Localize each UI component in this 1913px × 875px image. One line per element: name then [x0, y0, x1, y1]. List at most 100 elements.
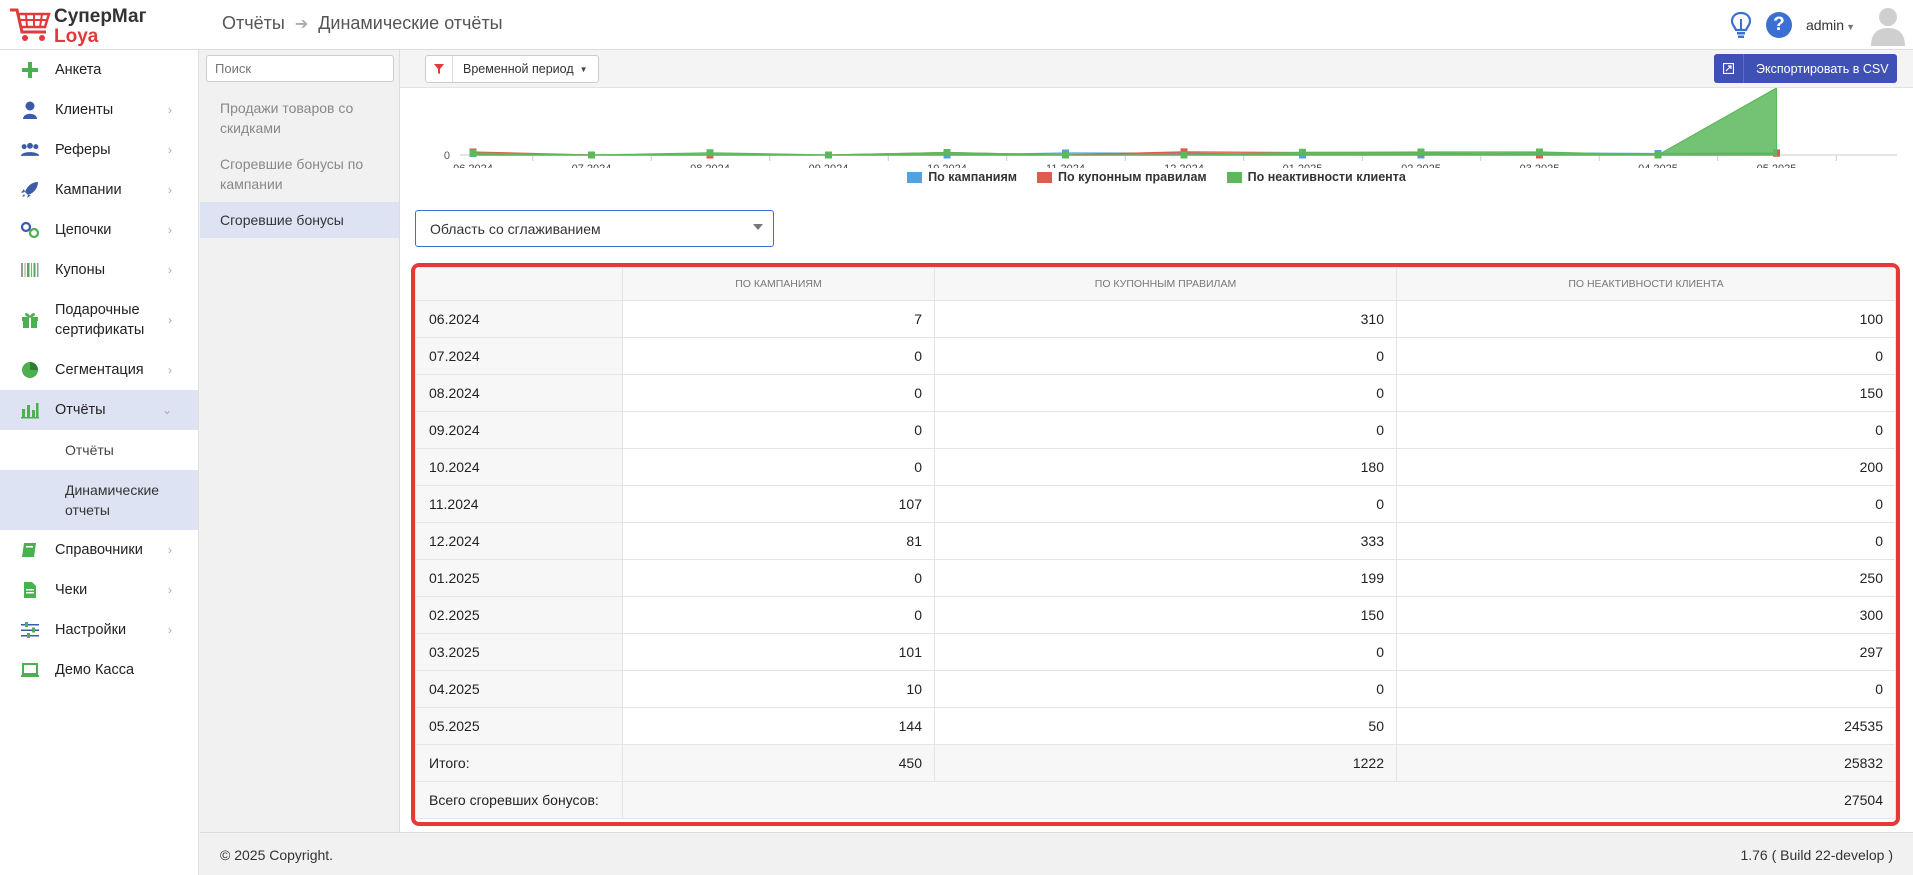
arrow-right-icon: ➔	[294, 15, 309, 33]
header-actions: ? admin ▼	[1730, 0, 1913, 50]
breadcrumb-parent[interactable]: Отчёты	[222, 13, 285, 34]
report-search-input[interactable]	[206, 55, 394, 82]
sidebar-item-campaigns[interactable]: Кампании ›	[0, 170, 198, 210]
top-header: СуперМаг Loya Отчёты ➔ Динамические отчё…	[0, 0, 1913, 50]
sidebar-item-label: Настройки	[55, 622, 127, 638]
column-header-period[interactable]	[415, 267, 623, 301]
report-item-burned-bonuses[interactable]: Сгоревшие бонусы	[200, 202, 399, 238]
period-filter-label-wrap: Временной период ▼	[453, 56, 598, 82]
cell-coupons: 0	[934, 633, 1397, 671]
bar-chart-icon	[21, 403, 39, 419]
series-point-2	[1180, 151, 1188, 159]
report-item-burned-by-campaign[interactable]: Сгоревшие бонусы по кампании	[200, 146, 399, 202]
chart-legend: По кампаниям По купонным правилам По неа…	[400, 170, 1913, 184]
avatar[interactable]	[1869, 4, 1907, 46]
cell-period: 12.2024	[415, 522, 623, 560]
legend-item-coupons[interactable]: По купонным правилам	[1037, 170, 1207, 184]
sidebar-item-referrers[interactable]: Реферы ›	[0, 130, 198, 170]
sidebar-item-demo-pos[interactable]: Демо Касса	[0, 650, 198, 690]
sidebar-item-directories[interactable]: Справочники ›	[0, 530, 198, 570]
table-row: 06.2024 7 310 100	[415, 300, 1896, 338]
sidebar-subitem-reports[interactable]: Отчёты	[0, 430, 198, 470]
cell-period: 11.2024	[415, 485, 623, 523]
gift-icon	[22, 313, 38, 328]
sidebar-item-coupons[interactable]: Купоны ›	[0, 250, 198, 290]
sidebar-item-survey[interactable]: Анкета	[0, 50, 198, 90]
cell-campaigns: 144	[622, 707, 935, 745]
app-logo[interactable]: СуперМаг Loya	[8, 4, 198, 47]
total-coupons: 1222	[934, 744, 1397, 782]
help-icon[interactable]: ?	[1765, 12, 1792, 38]
table-row: 12.2024 81 333 0	[415, 522, 1896, 560]
breadcrumb: Отчёты ➔ Динамические отчёты	[222, 13, 503, 34]
lightbulb-icon[interactable]	[1730, 11, 1752, 39]
cell-period: 09.2024	[415, 411, 623, 449]
y-tick-label: 0	[444, 150, 450, 162]
cell-campaigns: 7	[622, 300, 935, 338]
sidebar-subitem-dynamic-reports[interactable]: Динамические отчеты	[0, 470, 198, 530]
page-title: Динамические отчёты	[318, 13, 503, 33]
plus-icon	[22, 62, 38, 78]
cell-campaigns: 10	[622, 670, 935, 708]
cell-inactivity: 0	[1396, 485, 1896, 523]
funnel-icon	[426, 56, 453, 82]
caret-down-icon: ▼	[1846, 22, 1855, 32]
x-tick-label: 10.2024	[927, 163, 967, 168]
chevron-right-icon: ›	[168, 583, 172, 597]
legend-item-campaigns[interactable]: По кампаниям	[907, 170, 1017, 184]
book-icon	[22, 543, 36, 557]
cell-inactivity: 200	[1396, 448, 1896, 486]
series-point-2	[1299, 148, 1306, 156]
laptop-icon	[21, 663, 39, 677]
cell-period: 06.2024	[415, 300, 623, 338]
period-filter-button[interactable]: Временной период ▼	[425, 55, 599, 83]
sidebar-subitem-label: Отчёты	[65, 442, 114, 458]
column-header-inactivity[interactable]: ПО НЕАКТИВНОСТИ КЛИЕНТА	[1396, 267, 1896, 301]
table-row: 03.2025 101 0 297	[415, 633, 1896, 671]
x-tick-label: 09.2024	[809, 163, 849, 168]
table-row: 08.2024 0 0 150	[415, 374, 1896, 412]
cell-period: 02.2025	[415, 596, 623, 634]
legend-item-inactivity[interactable]: По неактивности клиента	[1226, 170, 1406, 184]
legend-label: По кампаниям	[928, 170, 1018, 184]
cart-icon	[10, 8, 51, 41]
user-menu[interactable]: admin ▼	[1806, 17, 1855, 33]
footer: © 2025 Copyright. 1.76 ( Build 22-develo…	[200, 832, 1913, 875]
column-header-coupons[interactable]: ПО КУПОННЫМ ПРАВИЛАМ	[934, 267, 1397, 301]
chart-type-select[interactable]: Область со сглаживанием	[415, 210, 774, 247]
sidebar-item-label: Цепочки	[55, 222, 112, 238]
export-csv-button[interactable]: Экспортировать в CSV	[1714, 54, 1897, 83]
cell-campaigns: 107	[622, 485, 935, 523]
total-label: Итого:	[415, 744, 623, 782]
sidebar-item-clients[interactable]: Клиенты ›	[0, 90, 198, 130]
cell-coupons: 0	[934, 337, 1397, 375]
sidebar-item-label: Реферы	[55, 142, 111, 158]
cell-inactivity: 250	[1396, 559, 1896, 597]
sliders-icon	[21, 622, 39, 638]
cell-campaigns: 0	[622, 559, 935, 597]
x-tick-label: 11.2024	[1046, 163, 1085, 168]
sidebar-item-label: Чеки	[55, 582, 88, 598]
chart-type-value: Область со сглаживанием	[430, 220, 601, 237]
sidebar-item-gift-cards[interactable]: Подарочные сертификаты ›	[0, 290, 198, 350]
cell-coupons: 0	[934, 411, 1397, 449]
sidebar-item-receipts[interactable]: Чеки ›	[0, 570, 198, 610]
chevron-down-icon: ⌄	[161, 403, 172, 417]
sidebar-item-label: Анкета	[55, 62, 102, 78]
legend-label: По купонным правилам	[1058, 170, 1207, 184]
sidebar-item-settings[interactable]: Настройки ›	[0, 610, 198, 650]
column-header-campaigns[interactable]: ПО КАМПАНИЯМ	[622, 267, 935, 301]
sidebar-item-reports[interactable]: Отчёты ⌄	[0, 390, 198, 430]
cell-coupons: 0	[934, 670, 1397, 708]
report-item-discount-sales[interactable]: Продажи товаров со скидками	[200, 90, 399, 146]
legend-swatch	[907, 171, 923, 183]
sidebar-item-label: Подарочные сертификаты	[55, 302, 145, 338]
cell-inactivity: 300	[1396, 596, 1896, 634]
cell-inactivity: 24535	[1396, 707, 1896, 745]
cell-inactivity: 0	[1396, 522, 1896, 560]
sidebar-item-chains[interactable]: Цепочки ›	[0, 210, 198, 250]
table-row: 10.2024 0 180 200	[415, 448, 1896, 486]
people-icon	[20, 142, 40, 156]
chain-icon	[20, 221, 40, 239]
sidebar-item-segmentation[interactable]: Сегментация ›	[0, 350, 198, 390]
